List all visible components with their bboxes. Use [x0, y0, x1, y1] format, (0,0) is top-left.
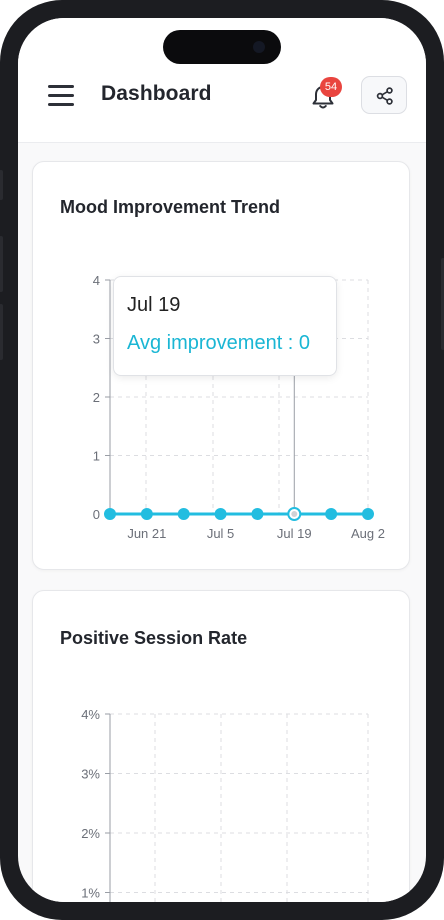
silent-switch [0, 170, 3, 200]
y-tick-label: 1% [81, 886, 100, 901]
x-tick-label: Aug 2 [351, 526, 385, 541]
data-point [325, 508, 338, 520]
data-point [104, 508, 116, 520]
y-tick-label: 2 [93, 390, 100, 405]
y-tick-label: 3% [81, 767, 100, 782]
phone-frame: Dashboard 54 Mood Improvement Trend 0 1 … [0, 0, 444, 920]
page-title: Dashboard [101, 82, 212, 105]
data-point [177, 508, 190, 520]
positive-session-card: Positive Session Rate 1% 2% 3% 4% [32, 590, 410, 902]
data-point [362, 508, 374, 520]
y-tick-label: 2% [81, 826, 100, 841]
data-point [214, 508, 227, 520]
data-point-active-dot [291, 511, 298, 517]
mood-improvement-card: Mood Improvement Trend 0 1 2 3 4 Jun 21 Jul 5J… [32, 161, 410, 570]
y-tick-label: 1 [93, 449, 100, 464]
share-button[interactable] [361, 76, 407, 114]
y-tick-label: 4 [93, 273, 100, 288]
y-tick-label: 4% [81, 707, 100, 722]
volume-up-button [0, 236, 3, 292]
y-tick-label: 3 [93, 332, 100, 347]
screen: Dashboard 54 Mood Improvement Trend 0 1 … [18, 18, 426, 902]
volume-down-button [0, 304, 3, 360]
data-point [140, 508, 153, 520]
camera-icon [253, 41, 265, 53]
dynamic-island [163, 30, 281, 64]
menu-button[interactable] [48, 84, 74, 106]
data-point [251, 508, 264, 520]
notification-badge: 54 [320, 77, 342, 97]
positive-session-chart: 1% 2% 3% 4% [81, 707, 369, 902]
share-icon [376, 87, 393, 105]
x-tick-label: Jul 19 [277, 526, 312, 541]
x-tick-label: Jun 21 [127, 526, 166, 541]
chart-tooltip: Jul 19 Avg improvement : 0 [113, 276, 337, 376]
tooltip-value: Avg improvement : 0 [127, 332, 311, 354]
tooltip-date: Jul 19 [127, 294, 181, 316]
x-tick-label: Jul 5 [207, 526, 234, 541]
y-tick-label: 0 [93, 507, 100, 522]
